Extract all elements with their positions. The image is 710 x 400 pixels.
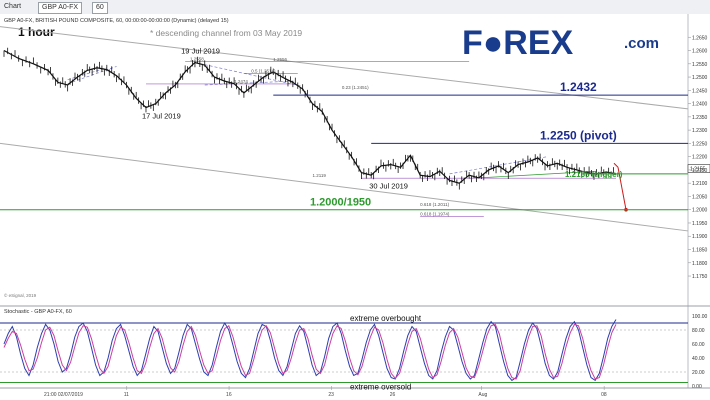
date-annotation: 30 Jul 2019 bbox=[369, 182, 408, 191]
time-tick-label: 11 bbox=[124, 392, 129, 398]
price-tick-label: 1.2000 bbox=[692, 208, 708, 214]
stoch-tick-label: 80.00 bbox=[692, 328, 705, 334]
stoch-tick-label: 60.00 bbox=[692, 342, 705, 348]
stoch-tick-label: 20.00 bbox=[692, 370, 705, 376]
level-label: 1.2135 (trigger) bbox=[565, 170, 623, 179]
stoch-tick-label: 40.00 bbox=[692, 356, 705, 362]
fib-label: 0.618 (1.2011) bbox=[420, 202, 449, 207]
main-panel-header: GBP A0-FX, BRITISH POUND COMPOSITE, 60, … bbox=[4, 18, 229, 24]
logo-text: F●REX bbox=[462, 24, 574, 62]
price-tick-label: 1.1900 bbox=[692, 234, 708, 240]
fib-label: 1.2558 bbox=[190, 57, 204, 62]
timeframe-label: 1 hour bbox=[18, 25, 55, 39]
price-tick-label: 1.2100 bbox=[692, 181, 708, 187]
price-tick-label: 1.2250 bbox=[692, 141, 708, 147]
fib-label: 1.2556 bbox=[273, 57, 287, 62]
price-tick-label: 1.2450 bbox=[692, 88, 708, 94]
logo-suffix: .com bbox=[624, 35, 659, 52]
price-tick-label: 1.1800 bbox=[692, 261, 708, 267]
time-tick-label: 23 bbox=[328, 392, 334, 398]
price-tick-label: 1.2150 bbox=[692, 168, 708, 174]
fib-label: 1.2119 bbox=[312, 173, 326, 178]
chart-stage: Chart GBP A0-FX 60 GBP A0-FX, BRITISH PO… bbox=[0, 0, 710, 400]
price-tick-label: 1.1850 bbox=[692, 248, 708, 254]
price-chart: GBP A0-FX, BRITISH POUND COMPOSITE, 60, … bbox=[0, 14, 710, 400]
stoch-tick-label: 0.00 bbox=[692, 384, 702, 390]
price-tick-label: 1.2400 bbox=[692, 102, 708, 108]
stoch-panel-header: Stochastic - GBP A0-FX, 60 bbox=[4, 309, 72, 315]
time-tick-label: 08 bbox=[601, 392, 607, 398]
stoch-tick-label: 100.00 bbox=[692, 314, 708, 320]
date-annotation: 19 Jul 2019 bbox=[181, 47, 220, 56]
x-axis-first-label: 21:00 02/07/2019 bbox=[44, 392, 83, 398]
fib-label: 1.2474 bbox=[234, 79, 248, 84]
fib-label: 0.5 (1.2514) bbox=[251, 68, 276, 73]
price-tick-label: 1.2350 bbox=[692, 115, 708, 121]
level-label: 1.2250 (pivot) bbox=[540, 128, 617, 142]
price-tick-label: 1.2600 bbox=[692, 49, 708, 55]
level-label: 1.2432 bbox=[560, 80, 597, 94]
price-tick-label: 1.2050 bbox=[692, 194, 708, 200]
price-tick-label: 1.1750 bbox=[692, 274, 708, 280]
fib-label: 0.23 (1.2451) bbox=[342, 85, 369, 90]
time-tick-label: Aug bbox=[478, 392, 487, 398]
price-tick-label: 1.2200 bbox=[692, 155, 708, 161]
fib-label: 0.618 (1.1974) bbox=[420, 212, 450, 217]
stoch-level-label: extreme overbought bbox=[350, 314, 422, 323]
time-tick-label: 26 bbox=[390, 392, 396, 398]
price-tick-label: 1.2500 bbox=[692, 75, 708, 81]
level-label: 1.2000/1950 bbox=[310, 197, 371, 209]
date-annotation: 17 Jul 2019 bbox=[142, 112, 181, 121]
channel-note: * descending channel from 03 May 2019 bbox=[150, 28, 302, 38]
time-tick-label: 16 bbox=[226, 392, 232, 398]
price-tick-label: 1.2300 bbox=[692, 128, 708, 134]
price-tick-label: 1.1950 bbox=[692, 221, 708, 227]
copyright-text: © eSignal, 2019 bbox=[4, 292, 37, 298]
price-tick-label: 1.2650 bbox=[692, 35, 708, 41]
price-tick-label: 1.2550 bbox=[692, 62, 708, 68]
stoch-level-label: extreme oversold bbox=[350, 383, 411, 392]
